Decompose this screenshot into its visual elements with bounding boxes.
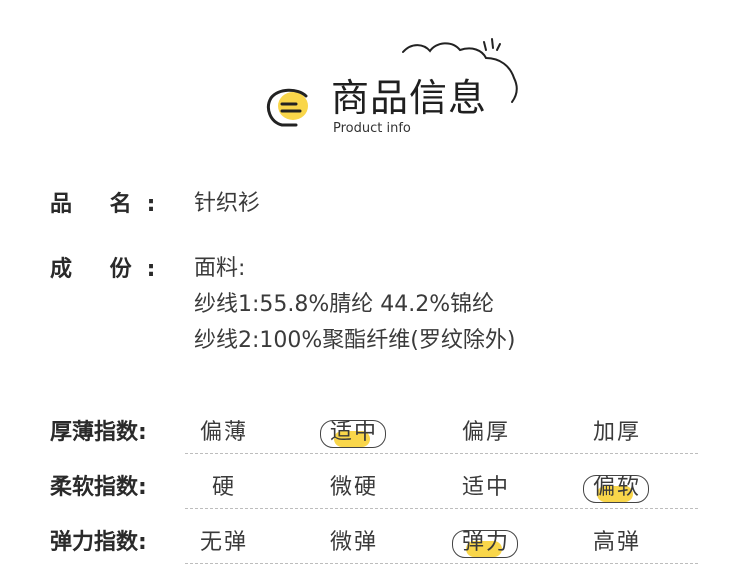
rating-option: 偏厚 [461,420,510,445]
elasticity-rating: 弹力指数: 无弹 微弹 弹力 高弹 [0,528,750,578]
page-header: 商品信息 Product info [0,0,750,150]
product-name-label: 品 名: [50,192,171,217]
composition-line-2: 纱线1:55.8%腈纶 44.2%锦纶 [194,292,495,317]
composition-line-1: 面料: [194,256,246,281]
composition-label: 成 份: [50,257,171,282]
rating-option-selected: 弹力 [438,528,534,558]
divider [185,508,698,509]
rating-option: 硬 [211,475,236,500]
page-subtitle: Product info [333,121,411,136]
rating-option: 微弹 [329,530,378,555]
rating-label: 厚薄指数: [50,420,147,445]
rating-option-selected: 适中 [306,418,402,448]
rating-label: 弹力指数: [50,530,147,555]
rating-option: 加厚 [592,420,641,445]
product-name-value: 针织衫 [194,191,261,216]
divider [185,453,698,454]
page-title: 商品信息 [331,76,488,120]
rating-option: 无弹 [199,530,248,555]
rating-label: 柔软指数: [50,475,147,500]
composition-line-3: 纱线2:100%聚酯纤维(罗纹除外) [194,328,516,353]
divider [185,563,698,564]
rating-option: 微硬 [329,475,378,500]
thickness-rating: 厚薄指数: 偏薄 适中 偏厚 加厚 [0,418,750,468]
chat-bubble-icon [267,88,308,127]
rating-option: 高弹 [592,530,641,555]
softness-rating: 柔软指数: 硬 微硬 适中 偏软 [0,473,750,523]
rating-option: 适中 [461,475,510,500]
rating-option-selected: 偏软 [569,473,665,503]
rating-option: 偏薄 [199,420,248,445]
